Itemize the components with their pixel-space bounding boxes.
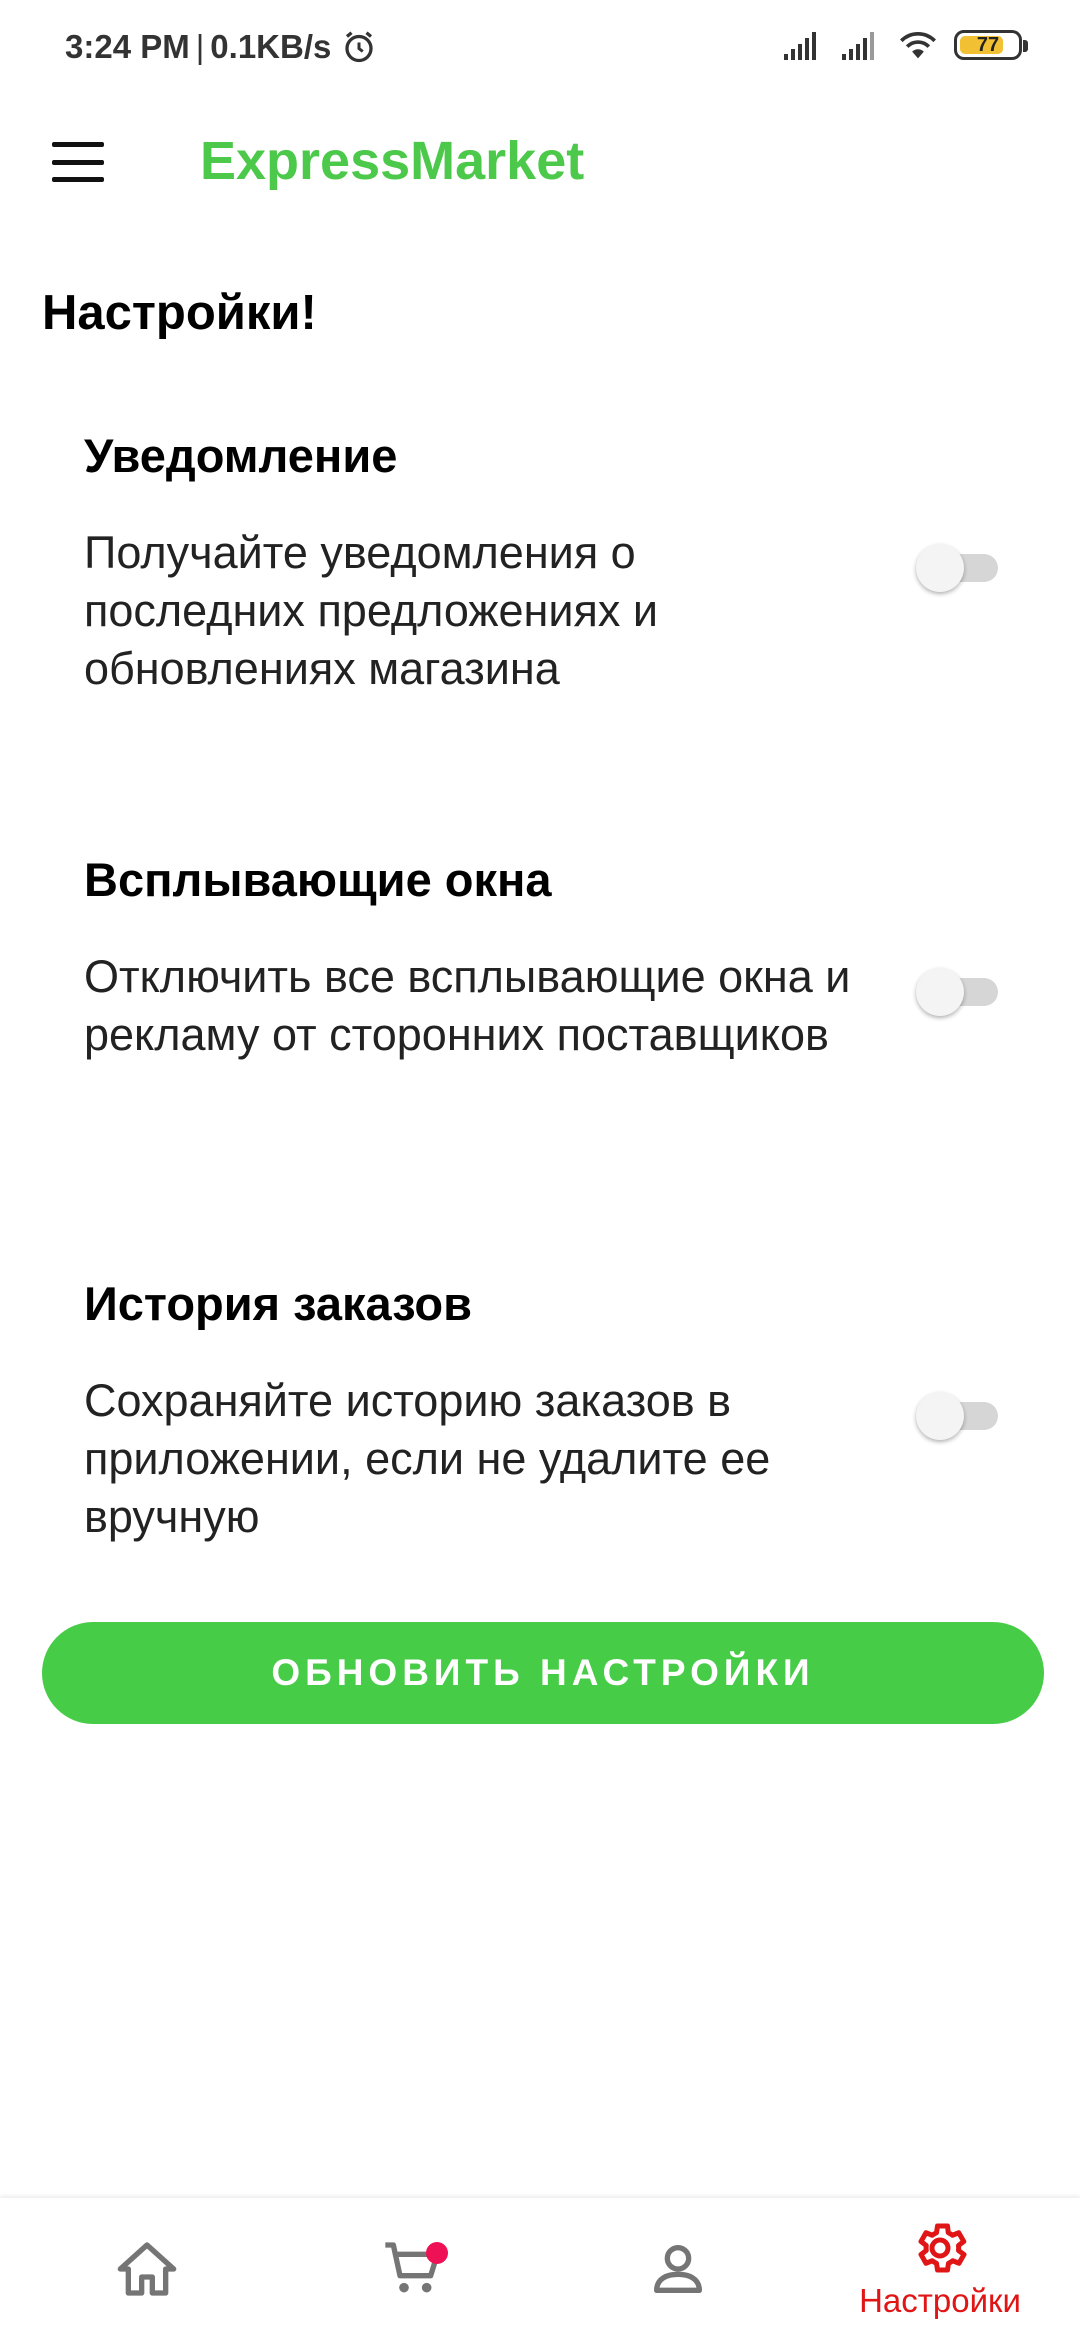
wifi-icon xyxy=(900,32,936,59)
status-separator: | xyxy=(195,28,205,65)
order-history-toggle[interactable] xyxy=(916,1386,1004,1442)
signal-icon-2 xyxy=(842,32,874,60)
network-speed: 0.1KB/s xyxy=(210,28,332,65)
update-settings-button[interactable]: ОБНОВИТЬ НАСТРОЙКИ xyxy=(42,1622,1044,1724)
setting-notifications: Уведомление Получайте уведомления о посл… xyxy=(84,428,1044,694)
setting-description: Сохраняйте историю заказов в приложении,… xyxy=(84,1375,771,1542)
menu-line xyxy=(52,142,104,147)
nav-label-settings: Настройки xyxy=(859,2282,1021,2319)
notifications-toggle[interactable] xyxy=(916,538,1004,594)
popups-toggle[interactable] xyxy=(916,962,1004,1018)
menu-line xyxy=(52,159,104,165)
app-title: ExpressMarket xyxy=(200,131,585,191)
menu-line xyxy=(52,177,104,182)
status-right: 77 xyxy=(782,30,1028,60)
battery-level: 77 xyxy=(976,33,1000,56)
gear-icon xyxy=(918,2223,967,2273)
status-time: 3:24 PM xyxy=(65,28,190,65)
status-bar: 3:24 PM | 0.1KB/s 77 xyxy=(0,0,1080,96)
nav-item-settings[interactable]: Настройки xyxy=(840,2198,1040,2340)
signal-icon xyxy=(784,32,816,60)
nav-item-cart[interactable] xyxy=(312,2198,512,2340)
setting-description: Отключить все всплывающие окна и рекламу… xyxy=(84,951,851,1060)
status-left: 3:24 PM | 0.1KB/s xyxy=(65,28,377,66)
nav-item-profile[interactable] xyxy=(578,2198,778,2340)
setting-description: Получайте уведомления о последних предло… xyxy=(84,527,659,694)
setting-title: Уведомление xyxy=(84,429,398,482)
bottom-nav: Настройки xyxy=(0,2198,1080,2340)
page-title: Настройки! xyxy=(42,286,317,340)
profile-icon xyxy=(654,2245,702,2293)
setting-order-history: История заказов Сохраняйте историю заказ… xyxy=(84,1276,1044,1542)
toggle-thumb xyxy=(916,544,964,592)
app-bar: ExpressMarket xyxy=(0,96,1080,228)
nav-item-home[interactable] xyxy=(47,2198,247,2340)
cart-badge xyxy=(426,2242,448,2264)
home-icon xyxy=(117,2242,177,2296)
toggle-thumb xyxy=(916,1392,964,1440)
toggle-thumb xyxy=(916,968,964,1016)
battery-icon: 77 xyxy=(954,30,1028,60)
hamburger-menu-icon[interactable] xyxy=(48,136,108,188)
setting-title: Всплывающие окна xyxy=(84,853,552,906)
alarm-icon xyxy=(345,31,374,63)
setting-popups: Всплывающие окна Отключить все всплывающ… xyxy=(84,852,1044,1060)
setting-title: История заказов xyxy=(84,1277,473,1330)
